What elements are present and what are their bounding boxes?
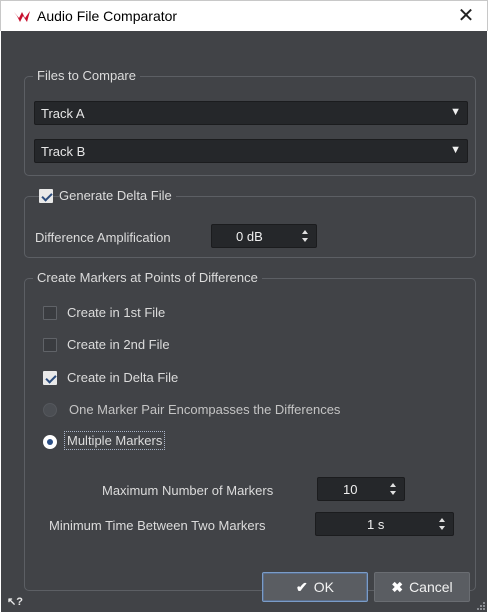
track-b-value: Track B	[41, 144, 86, 159]
dropdown-arrow-icon: ▼	[450, 144, 461, 156]
generate-delta-label[interactable]: Generate Delta File	[59, 188, 176, 203]
close-icon: ✕	[457, 5, 475, 27]
multiple-markers-label[interactable]: Multiple Markers	[63, 431, 166, 450]
close-button[interactable]: ✕	[453, 3, 479, 29]
min-time-label: Minimum Time Between Two Markers	[49, 518, 266, 533]
spin-arrows-icon[interactable]	[390, 480, 398, 498]
title-bar: Audio File Comparator ✕	[0, 0, 488, 31]
checkmark-icon: ✔	[296, 578, 308, 595]
dropdown-arrow-icon: ▼	[450, 106, 461, 118]
context-help-icon[interactable]: ↖?	[7, 595, 23, 608]
create-in-2nd-file-label[interactable]: Create in 2nd File	[67, 337, 170, 352]
max-markers-value: 10	[343, 482, 358, 497]
min-time-value: 1 s	[367, 517, 385, 532]
markers-group-title: Create Markers at Points of Difference	[33, 270, 262, 285]
create-in-delta-file-label[interactable]: Create in Delta File	[67, 370, 178, 385]
max-markers-label: Maximum Number of Markers	[102, 483, 274, 498]
amplification-label: Difference Amplification	[35, 230, 171, 245]
cancel-label: Cancel	[409, 579, 453, 595]
window-title: Audio File Comparator	[37, 8, 178, 24]
create-in-1st-file-label[interactable]: Create in 1st File	[67, 305, 165, 320]
min-time-spinbox[interactable]: 1 s	[315, 512, 454, 536]
files-to-compare-title: Files to Compare	[33, 68, 140, 83]
dialog-body: Files to Compare Track A ▼ Track B ▼ Gen…	[1, 31, 487, 612]
cancel-button[interactable]: ✖ Cancel	[374, 572, 470, 602]
track-a-select[interactable]: Track A ▼	[34, 101, 468, 125]
create-in-delta-file-checkbox[interactable]	[43, 371, 57, 385]
max-markers-spinbox[interactable]: 10	[317, 477, 405, 501]
ok-button[interactable]: ✔ OK	[262, 572, 368, 602]
spin-arrows-icon[interactable]	[439, 515, 447, 533]
generate-delta-checkbox[interactable]	[39, 189, 53, 203]
track-a-value: Track A	[41, 106, 85, 121]
resize-grip-icon[interactable]	[477, 602, 485, 610]
amplification-value: 0 dB	[236, 229, 263, 244]
spin-arrows-icon[interactable]	[302, 227, 310, 245]
multiple-markers-radio[interactable]	[43, 435, 57, 449]
ok-label: OK	[313, 579, 334, 595]
one-marker-pair-label[interactable]: One Marker Pair Encompasses the Differen…	[69, 402, 340, 417]
track-b-select[interactable]: Track B ▼	[34, 139, 468, 163]
amplification-spinbox[interactable]: 0 dB	[211, 224, 317, 248]
one-marker-pair-radio[interactable]	[43, 403, 57, 417]
create-in-2nd-file-checkbox[interactable]	[43, 338, 57, 352]
app-logo-icon	[14, 11, 30, 22]
create-in-1st-file-checkbox[interactable]	[43, 306, 57, 320]
cancel-x-icon: ✖	[391, 578, 404, 595]
